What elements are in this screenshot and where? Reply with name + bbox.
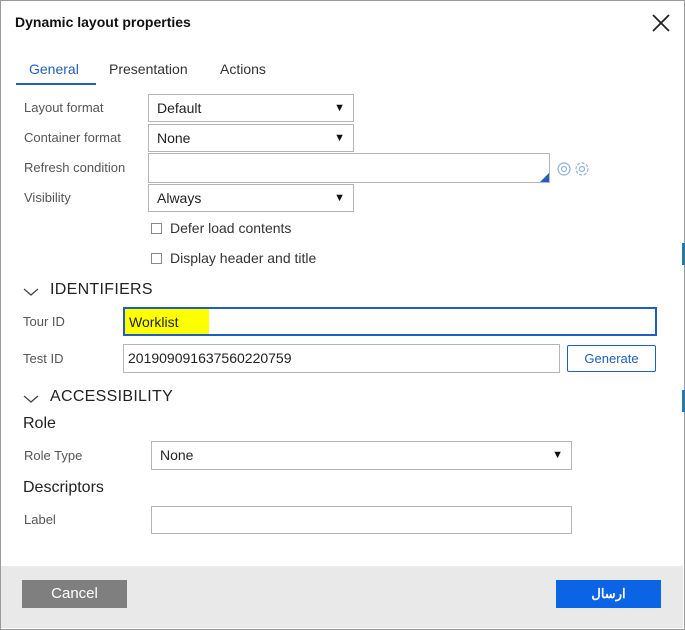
display-header-label: Display header and title	[170, 250, 317, 266]
visibility-select[interactable]: Always ▼	[148, 184, 354, 212]
identifiers-section-title[interactable]: IDENTIFIERS	[50, 281, 153, 299]
caret-down-icon: ▼	[334, 132, 345, 144]
close-icon[interactable]	[649, 11, 673, 35]
role-heading: Role	[23, 415, 56, 432]
tour-id-input[interactable]: Worklist	[123, 307, 657, 336]
visibility-label: Visibility	[24, 190, 71, 205]
tab-actions[interactable]: Actions	[220, 59, 266, 85]
role-type-value: None	[160, 447, 194, 463]
descriptor-label-input[interactable]	[151, 506, 572, 534]
defer-load-label: Defer load contents	[170, 220, 292, 236]
tab-bar: General Presentation Actions	[16, 59, 316, 87]
refresh-condition-label: Refresh condition	[24, 160, 126, 175]
role-type-select[interactable]: None ▼	[151, 441, 572, 470]
submit-button[interactable]: ارسال	[556, 580, 661, 608]
expand-corner-icon[interactable]	[540, 173, 549, 182]
gear-icon[interactable]	[555, 159, 595, 179]
defer-load-checkbox[interactable]	[151, 223, 162, 234]
role-type-label: Role Type	[24, 448, 83, 463]
generate-button[interactable]: Generate	[567, 345, 656, 372]
chevron-down-icon[interactable]	[23, 394, 39, 404]
test-id-label: Test ID	[23, 351, 64, 366]
caret-down-icon: ▼	[334, 192, 345, 204]
tab-presentation[interactable]: Presentation	[109, 59, 188, 85]
layout-format-select[interactable]: Default ▼	[148, 94, 354, 122]
refresh-condition-input[interactable]	[148, 153, 550, 183]
dialog-title: Dynamic layout properties	[15, 14, 191, 30]
cancel-button[interactable]: Cancel	[22, 580, 127, 608]
display-header-checkbox[interactable]	[151, 253, 162, 264]
chevron-down-icon[interactable]	[23, 287, 39, 297]
active-tab-indicator	[16, 83, 96, 85]
visibility-value: Always	[157, 190, 202, 206]
accessibility-section-title[interactable]: ACCESSIBILITY	[50, 388, 173, 406]
container-format-select[interactable]: None ▼	[148, 124, 354, 152]
descriptor-label-label: Label	[24, 512, 56, 527]
container-format-value: None	[157, 130, 191, 146]
caret-down-icon: ▼	[552, 449, 563, 461]
test-id-input[interactable]: 20190909163756022​0759	[123, 344, 560, 373]
test-id-value: 20190909163756022​0759	[128, 350, 292, 366]
tour-id-value: Worklist	[129, 314, 179, 330]
dynamic-layout-properties-dialog: Dynamic layout properties General Presen…	[0, 0, 685, 630]
tab-general[interactable]: General	[29, 59, 79, 85]
caret-down-icon: ▼	[334, 102, 345, 114]
layout-format-value: Default	[157, 100, 202, 116]
container-format-label: Container format	[24, 130, 121, 145]
tour-id-label: Tour ID	[23, 314, 65, 329]
layout-format-label: Layout format	[24, 100, 104, 115]
descriptors-heading: Descriptors	[23, 479, 104, 496]
